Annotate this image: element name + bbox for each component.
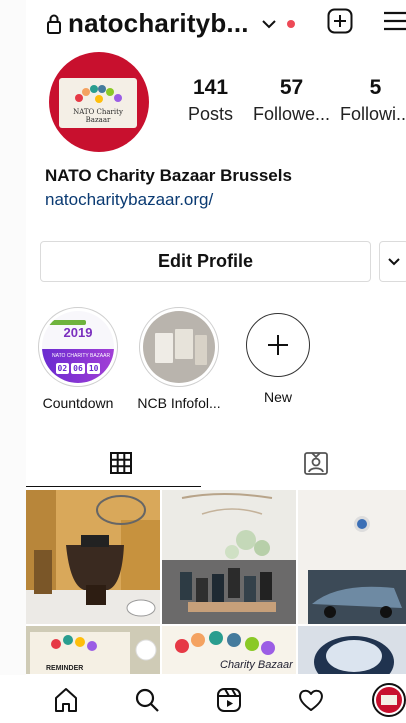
post-thumbnail[interactable]: REMINDER (26, 626, 160, 674)
post-thumbnail[interactable]: Charity Bazaar (162, 626, 296, 674)
avatar-logo-card: NATO Charity Bazaar (59, 78, 137, 128)
cover-leaflet (155, 333, 173, 363)
suggested-accounts-button[interactable] (379, 241, 406, 282)
account-switcher[interactable]: natocharityb... (46, 8, 295, 39)
nav-avatar-card (381, 695, 397, 705)
website-link[interactable]: natocharitybazaar.org/ (45, 190, 213, 210)
highlight-cover (143, 311, 215, 383)
top-bar: natocharityb... (0, 0, 406, 46)
profile-avatar[interactable] (372, 683, 406, 717)
post-image (26, 490, 160, 624)
highlight-label: New (263, 389, 292, 405)
highlight-cover: 2019 NATO CHARITY BAZAAR 02 06 10 (42, 311, 114, 383)
grid-icon (110, 452, 132, 474)
tab-tagged[interactable] (226, 438, 406, 488)
menu-icon[interactable] (382, 10, 406, 32)
search-icon[interactable] (133, 686, 161, 714)
new-highlight-circle (246, 313, 310, 377)
stat-label: Followi... (340, 104, 406, 124)
stat-value: 141 (192, 76, 229, 99)
countdown-digits: 02 06 10 (48, 363, 108, 374)
active-tab-indicator (26, 486, 201, 487)
highlight-label: NCB Infofol... (137, 395, 221, 411)
stat-label: Followe... (253, 104, 331, 124)
stat-value: 5 (369, 76, 382, 99)
username: natocharityb... (68, 8, 249, 38)
highlight-label: Countdown (42, 395, 114, 411)
tab-grid[interactable] (26, 438, 216, 488)
stat-posts[interactable]: 141 Posts (188, 76, 233, 125)
cover-band: NATO CHARITY BAZAAR 02 06 10 (42, 349, 114, 383)
cover-year: 2019 (63, 325, 93, 340)
plus-icon (268, 335, 288, 355)
reels-icon[interactable] (215, 686, 243, 714)
tagged-icon (304, 452, 328, 475)
post-text: Charity Bazaar (220, 659, 294, 671)
edit-profile-button[interactable]: Edit Profile (40, 241, 371, 282)
post-image: REMINDER (26, 626, 160, 674)
post-thumbnail[interactable] (162, 490, 296, 624)
post-thumbnail[interactable] (298, 490, 406, 624)
stat-following[interactable]: 5 Followi... (340, 76, 406, 125)
avatar-caption: NATO Charity Bazaar (73, 108, 123, 124)
post-image: Charity Bazaar (162, 626, 296, 674)
home-icon[interactable] (52, 686, 80, 714)
nav-avatar-image (376, 687, 402, 713)
profile-name: NATO Charity Bazaar Brussels (45, 166, 292, 185)
highlight-ring (139, 307, 219, 387)
post-text: REMINDER (46, 665, 83, 672)
highlight-countdown[interactable]: 2019 NATO CHARITY BAZAAR 02 06 10 Countd… (38, 307, 118, 411)
post-thumbnail[interactable] (298, 626, 406, 674)
highlight-new[interactable]: New (238, 307, 318, 405)
countdown-digit: 06 (71, 363, 85, 374)
hands-logo-icon (75, 85, 122, 103)
post-image (298, 626, 406, 674)
posts-grid: REMINDER Charity Bazaar (26, 490, 406, 674)
stat-followers[interactable]: 57 Followe... (253, 76, 330, 125)
post-image (298, 490, 406, 624)
chevron-down-icon[interactable] (261, 17, 277, 31)
left-edge-strip (0, 0, 26, 723)
lock-icon (47, 14, 61, 34)
cover-leaflet (175, 329, 193, 359)
bottom-nav (0, 675, 406, 723)
stat-value: 57 (279, 76, 304, 99)
countdown-digit: 02 (55, 363, 70, 374)
profile-tabs (26, 438, 406, 488)
chevron-down-icon (388, 257, 400, 265)
heart-icon[interactable] (297, 686, 325, 714)
countdown-digit: 10 (86, 363, 101, 374)
new-post-icon[interactable] (327, 8, 353, 34)
post-thumbnail[interactable] (26, 490, 160, 624)
highlight-infofolder[interactable]: NCB Infofol... (137, 307, 221, 411)
notification-dot (286, 19, 295, 28)
post-image (162, 490, 296, 624)
profile-avatar[interactable]: NATO Charity Bazaar (49, 52, 149, 152)
cover-banner-text: NATO CHARITY BAZAAR (52, 353, 111, 359)
highlight-ring: 2019 NATO CHARITY BAZAAR 02 06 10 (38, 307, 118, 387)
stat-label: Posts (188, 104, 234, 124)
cover-leaflet (195, 335, 207, 365)
